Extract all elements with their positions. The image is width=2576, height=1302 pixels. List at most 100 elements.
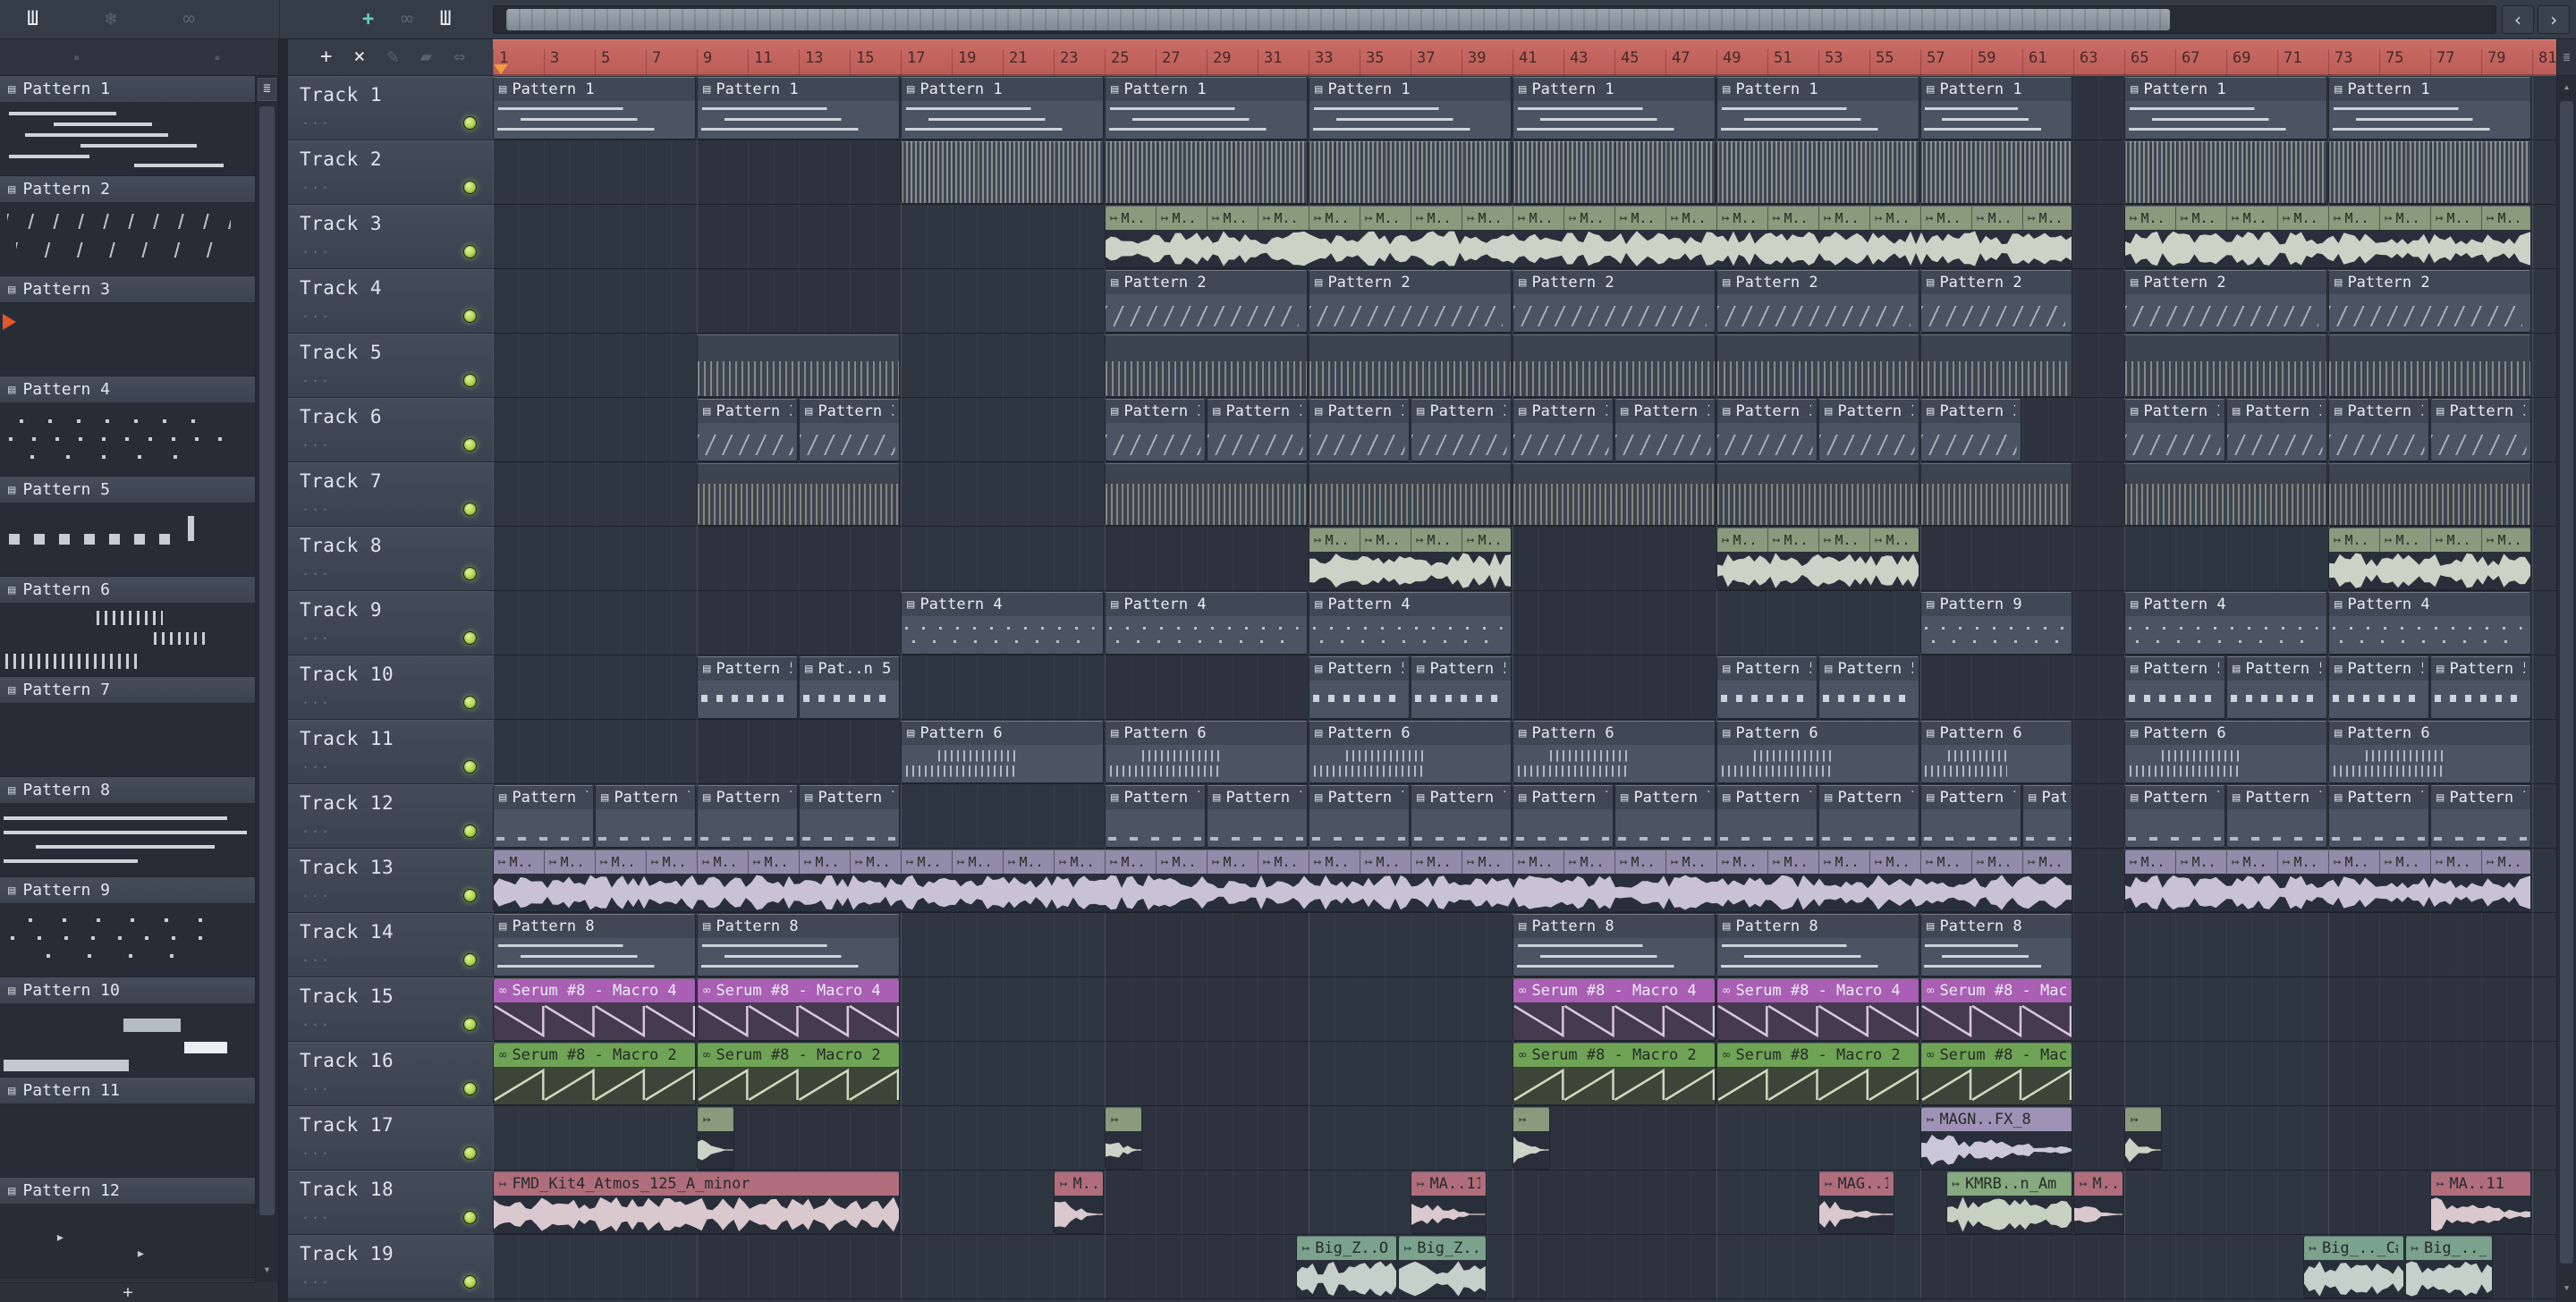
track-header[interactable]: Track 10...: [288, 655, 493, 720]
track-mute-led[interactable]: [463, 696, 477, 709]
pattern-clip[interactable]: ▤ Pattern 7: [2226, 785, 2327, 848]
audio-clip[interactable]: ↦ Big_Z..O: [1397, 1236, 1487, 1298]
audio-cell-header[interactable]: ↦ M..: [1258, 207, 1309, 230]
audio-cell-header[interactable]: ↦ M..: [545, 850, 596, 874]
pattern-clip-striped[interactable]: [2124, 334, 2327, 397]
audio-cell-header[interactable]: ↦ M..: [2278, 207, 2329, 230]
pattern-clip[interactable]: ▤ Pattern 7: [2328, 785, 2429, 848]
pattern-clip[interactable]: ▤ Pattern 7: [1716, 785, 1818, 848]
audio-clip[interactable]: ↦ KMRB..n_Am: [1945, 1171, 2072, 1234]
track-mute-led[interactable]: [463, 760, 477, 774]
pattern-list-item[interactable]: ▤ Pattern 5: [0, 477, 256, 577]
pattern-clip-striped[interactable]: [1920, 141, 2072, 204]
audio-cell-header[interactable]: ↦ M..: [800, 850, 851, 874]
pattern-clip[interactable]: ▤ Pattern 7: [1207, 785, 1308, 848]
pattern-clip[interactable]: ▤ Pattern 6: [1716, 721, 1919, 783]
track-header[interactable]: Track 14...: [288, 913, 493, 977]
track-mute-led[interactable]: [463, 1275, 477, 1289]
track-header[interactable]: Track 8...: [288, 527, 493, 591]
paint-tool-icon[interactable]: ▰: [420, 47, 432, 67]
audio-cell-header[interactable]: ↦ M..: [494, 850, 545, 874]
automation-clip[interactable]: ∞ Serum #8 - Macro 4: [697, 978, 900, 1041]
audio-cell-header[interactable]: ↦ M..: [1106, 850, 1157, 874]
audio-clip[interactable]: ↦ M..: [1054, 1171, 1104, 1234]
pattern-clip-striped[interactable]: [1105, 334, 1308, 397]
pattern-clip[interactable]: ▤ Pattern 3: [1309, 399, 1410, 461]
audio-cell-header[interactable]: ↦ M..: [1309, 850, 1360, 874]
audio-cell-header[interactable]: ↦ M..: [1717, 850, 1768, 874]
picker-icon[interactable]: Ш: [440, 10, 452, 30]
pattern-clip[interactable]: ▤ Pattern 8: [493, 914, 696, 976]
audio-cell-header[interactable]: ↦ M..: [2431, 207, 2482, 230]
audio-cell-header[interactable]: ↦ M..: [1819, 207, 1870, 230]
audio-clip-run[interactable]: ↦ M.. ↦ M.. ↦ M.. ↦ M..: [1309, 528, 1512, 590]
audio-clip[interactable]: ↦ Big_.._C#: [2302, 1236, 2404, 1298]
pattern-clip-striped[interactable]: [2124, 463, 2327, 526]
pattern-clip[interactable]: ▤ Pattern 8: [697, 914, 900, 976]
playlist-lanes[interactable]: ▤ Pattern 1 ▤ Pattern 1 ▤ Pattern 1 ▤ Pattern 1…: [493, 76, 2556, 1299]
pattern-clip[interactable]: ▤ Pattern 6: [2124, 721, 2327, 783]
audio-clip[interactable]: ↦ M..: [2073, 1171, 2123, 1234]
audio-cell-header[interactable]: ↦ M..: [1768, 850, 1819, 874]
audio-clip-run[interactable]: ↦ M.. ↦ M.. ↦ M.. ↦ M..: [2328, 528, 2531, 590]
automation-clip[interactable]: ∞ Serum #8 - Macro 2: [1920, 1043, 2072, 1105]
add-pattern-button[interactable]: +: [0, 1282, 256, 1302]
pattern-item-header[interactable]: ▤ Pattern 2: [0, 176, 256, 203]
pattern-clip[interactable]: ▤ Pattern 5: [2124, 656, 2225, 719]
audio-cell-header[interactable]: ↦ M..: [1564, 207, 1615, 230]
pattern-clip[interactable]: ▤ Pattern 7: [1309, 785, 1410, 848]
scroll-right-button[interactable]: ›: [2538, 5, 2570, 34]
pattern-clip[interactable]: ▤ Pattern 5: [1411, 656, 1512, 719]
pattern-list-item[interactable]: ▤ Pattern 10: [0, 977, 256, 1078]
pattern-clip-striped[interactable]: [1105, 141, 1308, 204]
audio-cell-header[interactable]: ↦ M..: [1768, 207, 1819, 230]
pattern-item-header[interactable]: ▤ Pattern 11: [0, 1078, 256, 1104]
track-header[interactable]: Track 7...: [288, 462, 493, 527]
pattern-list-item[interactable]: ▤ Pattern 11: [0, 1078, 256, 1178]
pattern-list-item[interactable]: ▤ Pattern 12: [0, 1178, 256, 1278]
pattern-list[interactable]: ▤ Pattern 1 ▤ Pattern 2 ▤ Pattern 3 ▤ Pattern 4…: [0, 76, 256, 1278]
pattern-list-item[interactable]: ▤ Pattern 8: [0, 777, 256, 877]
pattern-item-header[interactable]: ▤ Pattern 7: [0, 677, 256, 704]
pattern-clip[interactable]: ▤ Pattern 7: [799, 785, 900, 848]
pattern-clip-striped[interactable]: [1513, 463, 1716, 526]
horizontal-scrollbar-handle[interactable]: [506, 9, 2170, 30]
pattern-clip[interactable]: ▤ Pattern 6: [1513, 721, 1716, 783]
ruler-corner-menu-button[interactable]: ≣: [2556, 39, 2576, 76]
pattern-clip[interactable]: ▤ Pattern 7: [2022, 785, 2072, 848]
audio-cell-header[interactable]: ↦ M..: [1411, 528, 1462, 552]
track-mute-led[interactable]: [463, 181, 477, 194]
pattern-clip[interactable]: ▤ Pattern 8: [1920, 914, 2072, 976]
automation-clip[interactable]: ∞ Serum #8 - Macro 4: [1716, 978, 1919, 1041]
pattern-clip[interactable]: ▤ Pattern 1: [2124, 77, 2327, 140]
track-mute-led[interactable]: [463, 631, 477, 645]
audio-cell-header[interactable]: ↦ M..: [1666, 207, 1717, 230]
pattern-item-header[interactable]: ▤ Pattern 6: [0, 577, 256, 604]
pattern-clip[interactable]: ▤ Pattern 8: [1716, 914, 1919, 976]
track-header[interactable]: Track 15...: [288, 977, 493, 1042]
pattern-item-header[interactable]: ▤ Pattern 1: [0, 76, 256, 103]
pattern-clip[interactable]: ▤ Pattern 3: [697, 399, 798, 461]
pattern-clip[interactable]: ▤ Pattern 1: [1513, 77, 1716, 140]
pattern-clip[interactable]: ▤ Pattern 9: [1920, 592, 2072, 655]
snap-icon[interactable]: ❄: [105, 10, 116, 30]
pattern-clip[interactable]: ▤ Pattern 3: [799, 399, 900, 461]
slice-tool-icon[interactable]: ×: [353, 47, 365, 67]
pattern-clip[interactable]: ▤ Pattern 7: [1513, 785, 1614, 848]
pattern-clip-striped[interactable]: [1716, 141, 1919, 204]
track-header[interactable]: Track 18...: [288, 1171, 493, 1235]
track-header[interactable]: Track 1...: [288, 76, 493, 140]
audio-cell-header[interactable]: ↦ M..: [902, 850, 953, 874]
pattern-clip[interactable]: ▤ Pattern 7: [493, 785, 594, 848]
pattern-clip[interactable]: ▤ Pattern 2: [1105, 270, 1308, 333]
pattern-clip-striped[interactable]: [2328, 334, 2531, 397]
audio-cell-header[interactable]: ↦ M..: [2125, 207, 2176, 230]
pattern-clip[interactable]: ▤ Pattern 3: [1513, 399, 1614, 461]
audio-cell-header[interactable]: ↦ M..: [749, 850, 800, 874]
pattern-clip[interactable]: ▤ Pattern 3: [2328, 399, 2429, 461]
audio-cell-header[interactable]: ↦ M..: [1564, 850, 1615, 874]
track-mute-led[interactable]: [463, 1146, 477, 1160]
audio-cell-header[interactable]: ↦ M..: [1819, 850, 1870, 874]
pattern-list-item[interactable]: ▤ Pattern 4: [0, 376, 256, 477]
pattern-clip[interactable]: ▤ Pattern 1: [2328, 77, 2531, 140]
